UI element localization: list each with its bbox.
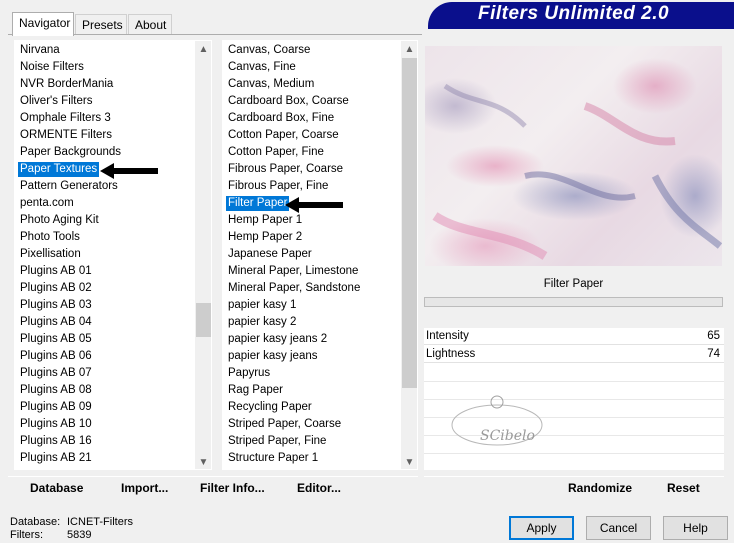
category-list-item[interactable]: Plugins AB 09 <box>18 400 94 415</box>
scroll-down-icon[interactable]: ▼ <box>195 454 211 469</box>
category-list-item[interactable]: Plugins AB 08 <box>18 383 94 398</box>
arrow-left-icon <box>285 197 343 213</box>
param-divider <box>424 453 724 454</box>
filter-list-item[interactable]: Cardboard Box, Fine <box>226 111 336 126</box>
filter-list-item[interactable]: Structure Paper 1 <box>226 451 320 466</box>
tab-presets[interactable]: Presets <box>75 14 127 34</box>
category-scrollbar[interactable]: ▲ ▼ <box>195 41 211 469</box>
database-button[interactable]: Database <box>30 481 83 495</box>
category-list-item[interactable]: Photo Tools <box>18 230 82 245</box>
category-list-item[interactable]: Plugins AB 05 <box>18 332 94 347</box>
param-name: Intensity <box>426 330 469 342</box>
param-row-lightness[interactable]: Lightness 74 <box>424 346 724 363</box>
category-list-item[interactable]: Paper Textures <box>18 162 100 177</box>
filter-list-item[interactable]: papier kasy 1 <box>226 298 298 313</box>
filter-list-item[interactable]: Cotton Paper, Coarse <box>226 128 341 143</box>
tab-about[interactable]: About <box>128 14 172 34</box>
filters-count-label: Filters: <box>10 529 43 541</box>
scroll-up-icon[interactable]: ▲ <box>401 41 417 58</box>
filter-list-item[interactable]: Fibrous Paper, Fine <box>226 179 330 194</box>
help-button[interactable]: Help <box>663 516 728 540</box>
category-list-item[interactable]: Plugins AB 21 <box>18 451 94 466</box>
category-list-item[interactable]: NVR BorderMania <box>18 77 115 92</box>
param-name: Lightness <box>426 348 476 360</box>
filter-list-item[interactable]: Fibrous Paper, Coarse <box>226 162 345 177</box>
category-list-item[interactable]: Omphale Filters 3 <box>18 111 113 126</box>
scroll-down-icon[interactable]: ▼ <box>401 454 417 469</box>
param-row-intensity[interactable]: Intensity 65 <box>424 328 724 345</box>
category-list-item[interactable]: Plugins AB 06 <box>18 349 94 364</box>
filter-list-item[interactable]: papier kasy 2 <box>226 315 298 330</box>
category-list-item[interactable]: Plugins AB 03 <box>18 298 94 313</box>
filter-list-item[interactable]: Striped Paper, Fine <box>226 434 328 449</box>
filter-list-item[interactable]: Cotton Paper, Fine <box>226 145 326 160</box>
category-list-item[interactable]: Nirvana <box>18 43 62 58</box>
filter-scroll-thumb[interactable] <box>402 58 417 388</box>
filter-list-item[interactable]: Canvas, Coarse <box>226 43 312 58</box>
category-list-item[interactable]: Pattern Generators <box>18 179 120 194</box>
editor-button[interactable]: Editor... <box>297 481 341 495</box>
filter-list-item[interactable]: Mineral Paper, Limestone <box>226 264 360 279</box>
category-list-item[interactable]: Plugins AB 16 <box>18 434 94 449</box>
cancel-button[interactable]: Cancel <box>586 516 651 540</box>
param-value[interactable]: 74 <box>707 348 720 360</box>
filter-name-label: Filter Paper <box>425 272 722 296</box>
import-button[interactable]: Import... <box>121 481 168 495</box>
filter-progress-bar <box>424 297 723 307</box>
filter-scrollbar[interactable]: ▲ ▼ <box>401 41 417 469</box>
filter-list-item[interactable]: Mineral Paper, Sandstone <box>226 281 362 296</box>
category-list-item[interactable]: Plugins AB 07 <box>18 366 94 381</box>
category-list-item[interactable]: Plugins AB 04 <box>18 315 94 330</box>
filter-list-item[interactable]: Japanese Paper <box>226 247 314 262</box>
filter-listbox[interactable]: Canvas, Coarse Canvas, Fine Canvas, Medium… <box>222 40 418 470</box>
filter-list-item[interactable]: Papyrus <box>226 366 272 381</box>
category-listbox[interactable]: Nirvana Noise Filters NVR BorderMania Olive… <box>14 40 212 470</box>
filters-count-value: 5839 <box>67 529 92 541</box>
filter-list-item[interactable]: papier kasy jeans 2 <box>226 332 329 347</box>
category-list-item[interactable]: Plugins AB 10 <box>18 417 94 432</box>
filter-list-item[interactable]: Filter Paper <box>226 196 290 211</box>
category-list-item[interactable]: Plugins AB 01 <box>18 264 94 279</box>
filter-list-item[interactable]: Cardboard Box, Coarse <box>226 94 351 109</box>
param-value[interactable]: 65 <box>707 330 720 342</box>
param-divider <box>424 381 724 382</box>
app-title: Filters Unlimited 2.0 <box>478 3 670 24</box>
filter-list-item[interactable]: Canvas, Medium <box>226 77 316 92</box>
database-value: ICNET-Filters <box>67 516 133 528</box>
filter-info-button[interactable]: Filter Info... <box>200 481 265 495</box>
filter-list-item[interactable]: Hemp Paper 1 <box>226 213 304 228</box>
filter-list-item[interactable]: papier kasy jeans <box>226 349 320 364</box>
category-list-item[interactable]: Noise Filters <box>18 60 86 75</box>
category-list-item[interactable]: ORMENTE Filters <box>18 128 114 143</box>
database-label: Database: <box>10 516 61 528</box>
category-list-item[interactable]: Paper Backgrounds <box>18 145 123 160</box>
category-list-item[interactable]: Photo Aging Kit <box>18 213 101 228</box>
filter-list-item[interactable]: Striped Paper, Coarse <box>226 417 343 432</box>
watermark-logo: SCibelo <box>451 395 543 446</box>
category-list-item[interactable]: penta.com <box>18 196 76 211</box>
reset-button[interactable]: Reset <box>667 481 700 495</box>
parameter-panel: Intensity 65 Lightness 74 SCibelo <box>424 328 724 470</box>
filter-list-item[interactable]: Rag Paper <box>226 383 285 398</box>
category-list-item[interactable]: Plugins AB 02 <box>18 281 94 296</box>
filter-preview-image <box>425 46 722 266</box>
category-list-item[interactable]: Oliver's Filters <box>18 94 94 109</box>
apply-button[interactable]: Apply <box>509 516 574 540</box>
scroll-up-icon[interactable]: ▲ <box>195 41 211 58</box>
filter-list-item[interactable]: Recycling Paper <box>226 400 314 415</box>
filter-list-item[interactable]: Hemp Paper 2 <box>226 230 304 245</box>
tab-navigator[interactable]: Navigator <box>12 12 74 36</box>
watermark-text: SCibelo <box>480 428 535 444</box>
category-list-item[interactable]: Pixellisation <box>18 247 83 262</box>
category-scroll-thumb[interactable] <box>196 303 211 337</box>
title-banner-underline <box>428 26 734 29</box>
filter-list-item[interactable]: Canvas, Fine <box>226 60 298 75</box>
arrow-left-icon <box>100 163 158 179</box>
randomize-button[interactable]: Randomize <box>568 481 632 495</box>
texture-strokes <box>432 83 722 260</box>
